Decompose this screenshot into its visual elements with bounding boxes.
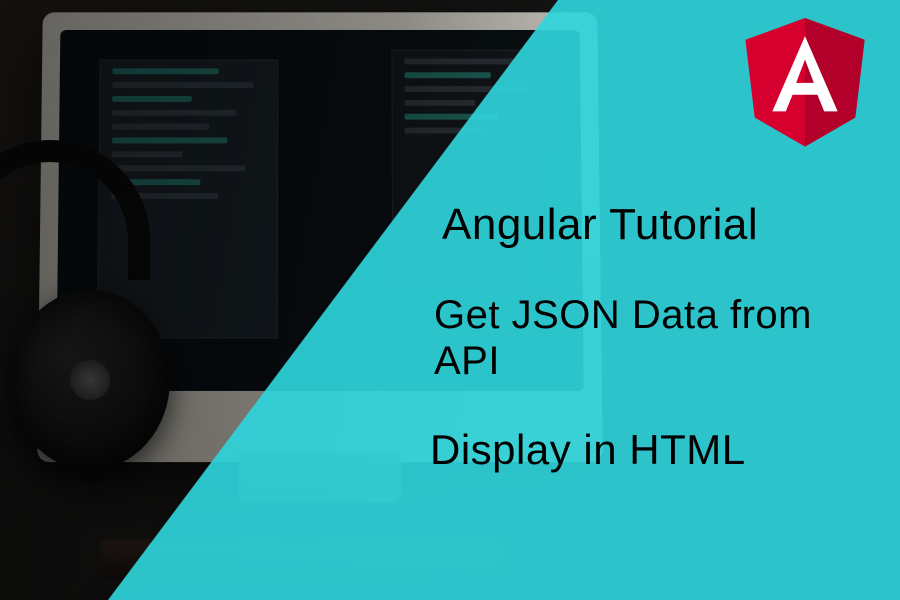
thumbnail-canvas: Angular Tutorial Get JSON Data from API … [0, 0, 900, 600]
subtitle-line-2: Display in HTML [430, 426, 860, 474]
subtitle-line-1: Get JSON Data from API [434, 292, 860, 384]
text-content: Angular Tutorial Get JSON Data from API … [430, 200, 860, 474]
angular-logo-icon [740, 18, 870, 158]
title-heading: Angular Tutorial [442, 200, 860, 250]
